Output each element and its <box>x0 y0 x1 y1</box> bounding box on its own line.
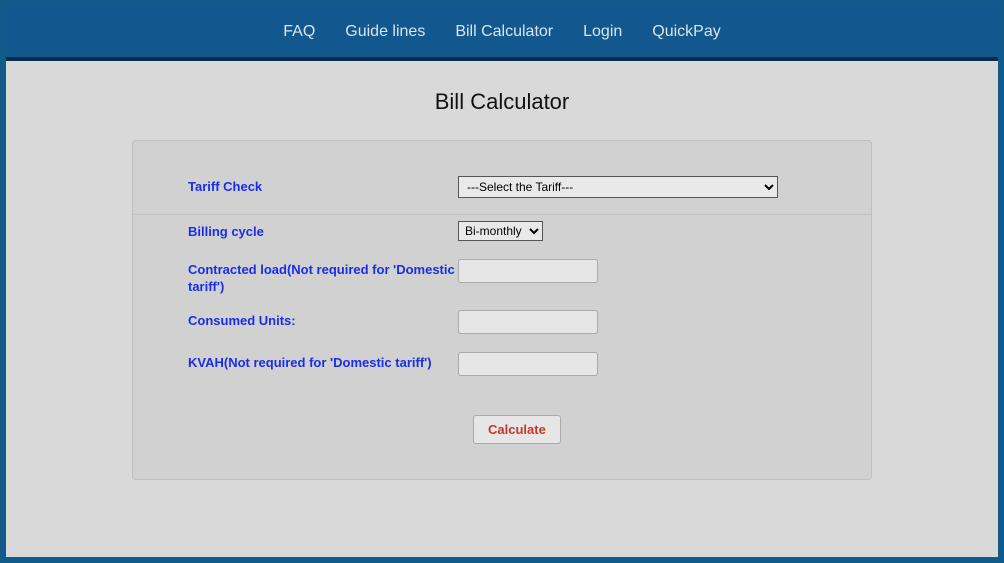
billing-cycle-label: Billing cycle <box>188 221 458 241</box>
kvah-label: KVAH(Not required for 'Domestic tariff') <box>188 352 458 372</box>
consumed-units-input[interactable] <box>458 310 598 334</box>
calculate-button[interactable]: Calculate <box>473 415 561 444</box>
nav-faq[interactable]: FAQ <box>283 23 315 41</box>
row-divider <box>133 214 871 215</box>
nav-login[interactable]: Login <box>583 23 622 41</box>
consumed-units-label: Consumed Units: <box>188 310 458 330</box>
page-title: Bill Calculator <box>435 89 570 115</box>
contracted-load-label: Contracted load(Not required for 'Domest… <box>188 259 458 296</box>
nav-guidelines[interactable]: Guide lines <box>345 23 425 41</box>
billing-cycle-select[interactable]: Bi-monthly <box>458 221 543 241</box>
tariff-select[interactable]: ---Select the Tariff--- <box>458 176 778 198</box>
contracted-load-input[interactable] <box>458 259 598 283</box>
top-navbar: FAQ Guide lines Bill Calculator Login Qu… <box>6 6 998 61</box>
kvah-input[interactable] <box>458 352 598 376</box>
tariff-check-label: Tariff Check <box>188 176 458 196</box>
nav-bill-calculator[interactable]: Bill Calculator <box>455 23 553 41</box>
nav-quickpay[interactable]: QuickPay <box>652 23 720 41</box>
content-area: Bill Calculator Tariff Check ---Select t… <box>6 61 998 557</box>
calculator-form-panel: Tariff Check ---Select the Tariff--- Bil… <box>132 140 872 480</box>
